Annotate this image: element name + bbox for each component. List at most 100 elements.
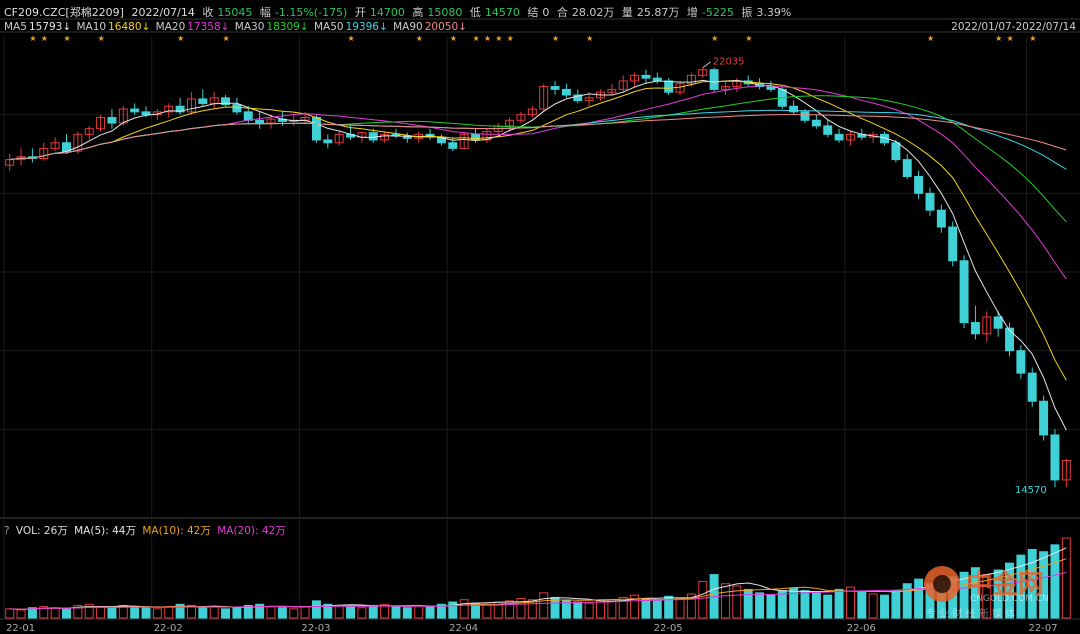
volume-bar — [346, 606, 356, 619]
event-star-icon: ★ — [98, 34, 105, 43]
candle-body — [664, 80, 674, 93]
x-tick-label: 22-03 — [301, 623, 330, 634]
volume-bar — [5, 608, 15, 619]
low-annotation: 14570 — [1015, 485, 1047, 496]
ma-line-ma10 — [9, 80, 1067, 381]
volume-bar — [811, 592, 821, 619]
candle-body — [1039, 400, 1049, 436]
event-star-icon: ★ — [586, 34, 593, 43]
volume-bar — [289, 608, 299, 619]
volume-bar — [845, 586, 855, 619]
event-star-icon: ★ — [63, 34, 70, 43]
candle-body — [823, 125, 833, 135]
volume-bar — [880, 594, 890, 619]
volume-bar — [868, 593, 878, 619]
candle-body — [993, 316, 1003, 329]
volume-bar — [891, 590, 901, 619]
volume-bar — [675, 598, 685, 619]
volume-bar — [596, 600, 605, 619]
volume-bar — [607, 599, 617, 619]
volume-bar — [209, 606, 219, 619]
volume-bar — [857, 591, 867, 619]
candle-body — [641, 74, 651, 79]
x-tick-label: 22-07 — [1029, 623, 1058, 634]
candle-body — [368, 132, 378, 141]
candle-body — [834, 133, 844, 141]
volume-bar — [300, 606, 310, 619]
volume-bar — [755, 592, 765, 619]
candle-body — [1050, 434, 1060, 481]
volume-bar — [823, 594, 833, 619]
event-star-icon: ★ — [995, 34, 1002, 43]
volume-bar — [834, 588, 844, 619]
candle-body — [925, 192, 935, 211]
volume-bar — [482, 603, 492, 619]
candle-body — [550, 86, 560, 90]
event-star-icon: ★ — [1007, 34, 1014, 43]
event-star-icon: ★ — [711, 34, 718, 43]
volume-bar — [198, 607, 208, 619]
candle-body — [948, 226, 958, 262]
volume-bar — [425, 606, 435, 619]
event-star-icon: ★ — [745, 34, 752, 43]
volume-bar — [414, 604, 424, 619]
volume-bar — [266, 606, 276, 619]
candle-body — [1027, 372, 1037, 402]
event-star-icon: ★ — [177, 34, 184, 43]
candle-body — [311, 116, 321, 141]
event-star-icon: ★ — [552, 34, 559, 43]
candle-body — [561, 88, 571, 96]
candle-body — [255, 119, 265, 124]
candle-body — [198, 98, 208, 104]
candle-body — [891, 142, 901, 161]
volume-bar — [402, 607, 412, 619]
volume-bar — [459, 599, 469, 619]
high-annotation: 22035 — [713, 57, 745, 68]
volume-bar — [539, 592, 549, 619]
event-star-icon: ★ — [450, 34, 457, 43]
volume-bar — [698, 580, 708, 619]
event-star-icon: ★ — [348, 34, 355, 43]
candle-body — [141, 111, 151, 116]
volume-bar — [152, 608, 162, 619]
event-star-icon: ★ — [495, 34, 502, 43]
candle-body — [232, 104, 242, 113]
candle-body — [1005, 327, 1014, 352]
volume-bar — [16, 609, 26, 619]
volume-bar — [391, 606, 401, 619]
candle-body — [936, 209, 946, 228]
candle-body — [800, 111, 810, 121]
candlestick-chart[interactable]: 22-01 22-02 22-03 22-04 22-05 22-06 22-07 22035… — [0, 0, 1080, 634]
volume-bar — [221, 608, 231, 619]
volume-bar — [777, 590, 787, 619]
watermark: 中金网 CNGOLD.COM.CN 专 业 财 经 新 媒 体 — [918, 558, 1078, 620]
volume-bar — [232, 607, 242, 619]
candle-body — [448, 142, 458, 149]
volume-bar — [720, 583, 730, 619]
volume-bar — [96, 606, 106, 619]
candle-body — [902, 159, 912, 177]
event-star-icon: ★ — [223, 34, 230, 43]
volume-bar — [641, 598, 651, 619]
candle-body — [323, 139, 333, 144]
candle-body — [766, 86, 776, 90]
volume-bar — [652, 600, 662, 619]
event-star-icon: ★ — [484, 34, 491, 43]
volume-bar — [50, 607, 60, 619]
candle-body — [970, 322, 980, 335]
candle-body — [1016, 350, 1026, 374]
x-tick-label: 22-06 — [847, 623, 876, 634]
volume-bar — [766, 594, 776, 619]
x-tick-label: 22-02 — [154, 623, 183, 634]
event-star-icon: ★ — [1029, 34, 1036, 43]
watermark-tagline: 专 业 财 经 新 媒 体 — [926, 609, 1016, 620]
volume-bar — [368, 604, 378, 619]
candle-body — [811, 119, 821, 127]
volume-bar — [164, 606, 174, 619]
event-star-icon: ★ — [41, 34, 48, 43]
volume-bar — [743, 588, 753, 619]
volume-bar — [334, 604, 344, 619]
event-star-icon: ★ — [927, 34, 934, 43]
candle-body — [959, 260, 969, 324]
event-star-icon: ★ — [507, 34, 514, 43]
